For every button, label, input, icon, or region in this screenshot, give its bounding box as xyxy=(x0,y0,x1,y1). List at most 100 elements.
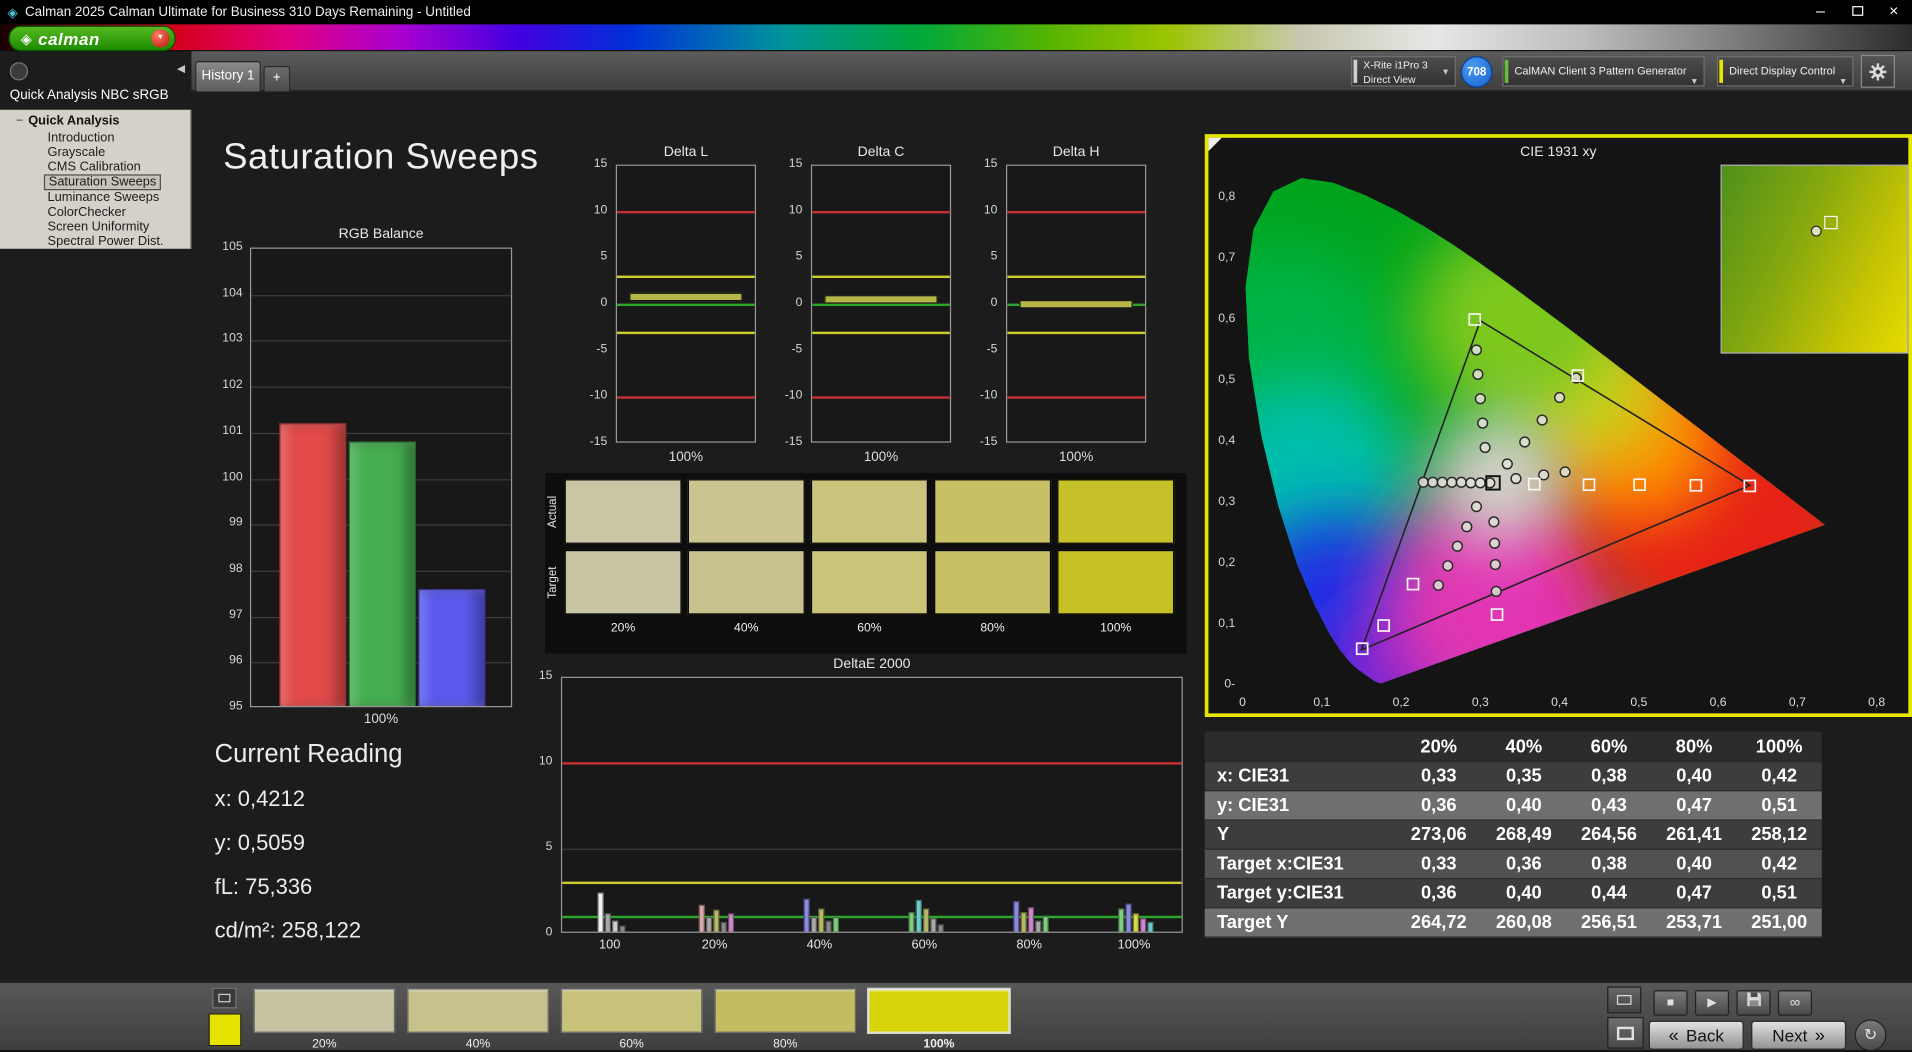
settings-gear-button[interactable] xyxy=(1860,54,1895,88)
deltae-bar xyxy=(907,911,914,932)
minimize-button[interactable]: – xyxy=(1802,0,1839,24)
chart-title: DeltaE 2000 xyxy=(833,657,911,672)
sidebar-item-grayscale[interactable]: Grayscale xyxy=(44,145,109,160)
deltae-bar xyxy=(915,899,922,932)
sidebar-item-spectral-power-dist-[interactable]: Spectral Power Dist. xyxy=(44,234,167,249)
deltae-bar xyxy=(705,916,712,932)
swatch-label: 40% xyxy=(465,1037,491,1052)
limit-line xyxy=(1007,210,1146,214)
pattern-swatch-100%[interactable]: 100% xyxy=(868,988,1010,1052)
sidebar-item-luminance-sweeps[interactable]: Luminance Sweeps xyxy=(44,190,163,205)
display-control-name: Direct Display Control xyxy=(1729,64,1836,77)
inset-target-marker xyxy=(1823,216,1838,230)
play-button[interactable]: ▶ xyxy=(1694,990,1730,1016)
saturation-patch-grid[interactable]: Actual Target 20% 40% 60% 80% 100% xyxy=(545,473,1187,654)
deltae-bar xyxy=(1034,920,1041,932)
next-label: Next xyxy=(1772,1025,1808,1046)
refresh-button[interactable]: ↻ xyxy=(1854,1019,1887,1052)
sidebar-collapse-icon[interactable]: ◄ xyxy=(174,62,187,77)
measured-point xyxy=(1465,477,1477,489)
back-button[interactable]: « Back xyxy=(1648,1020,1744,1050)
chart-title: CIE 1931 xy xyxy=(1520,145,1597,160)
deltae-bar xyxy=(1124,903,1131,932)
tree-root[interactable]: − Quick Analysis xyxy=(16,113,120,128)
delta-c-chart[interactable]: Delta C 15 10 5 0 -5 -10 -15 100% xyxy=(777,145,955,467)
tree-expander-icon[interactable]: − xyxy=(16,113,23,128)
deltae-2000-chart[interactable]: DeltaE 2000 15 10 5 0 100 20% 40% 60% 80% 100% xyxy=(527,657,1188,964)
calman-menu-button[interactable]: ◈ calman ▼ xyxy=(8,25,176,52)
swatch-color xyxy=(407,988,549,1033)
chart-title: Delta C xyxy=(857,145,905,160)
pattern-generator-dropdown[interactable]: CalMAN Client 3 Pattern Generator ▼ xyxy=(1502,56,1705,87)
y-tick-label: 101 xyxy=(222,424,243,438)
sidebar-item-cms-calibration[interactable]: CMS Calibration xyxy=(44,160,145,175)
sidebar-item-introduction[interactable]: Introduction xyxy=(44,130,118,145)
delta-l-chart[interactable]: Delta L 15 10 5 0 -5 -10 -15 100% xyxy=(582,145,760,467)
deltae-bar xyxy=(817,908,824,932)
patch-col-label: 80% xyxy=(980,621,1005,636)
meter-reading-badge[interactable]: 708 xyxy=(1460,56,1493,88)
workflow-options-button[interactable] xyxy=(9,62,29,81)
patch-target-20% xyxy=(564,549,682,615)
next-button[interactable]: Next » xyxy=(1751,1020,1847,1050)
add-tab-button[interactable]: + xyxy=(263,65,291,92)
maximize-button[interactable] xyxy=(1839,0,1876,24)
deltae-bar xyxy=(596,893,603,932)
y-tick-label: 104 xyxy=(222,286,243,300)
table-cell: 0,47 xyxy=(1676,795,1712,816)
pattern-swatch-40%[interactable]: 40% xyxy=(407,988,549,1052)
pattern-display-button[interactable] xyxy=(1607,986,1642,1014)
meter-dropdown[interactable]: X-Rite i1Pro 3 Direct View ▼ xyxy=(1351,56,1456,87)
table-cell: 251,00 xyxy=(1751,912,1808,933)
tab-history-1[interactable]: History 1 xyxy=(195,60,261,92)
close-button[interactable]: × xyxy=(1875,0,1912,24)
x-axis-label: 100% xyxy=(363,712,399,727)
y-tick-label: 0,6 xyxy=(1218,312,1236,326)
back-label: Back xyxy=(1685,1025,1724,1046)
measured-point xyxy=(1474,393,1486,405)
x-tick-label: 0,1 xyxy=(1313,696,1331,710)
limit-line xyxy=(812,396,950,399)
chart-title: Delta L xyxy=(663,145,709,160)
cie-1931-chart[interactable]: CIE 1931 xy 0,8 0,7 0,6 0,5 0,4 0,3 0,2 0,1 0- 0… xyxy=(1204,134,1912,718)
y-tick-label: 5 xyxy=(990,249,998,264)
stop-button[interactable]: ■ xyxy=(1653,990,1688,1016)
limit-line xyxy=(812,275,950,279)
patch-target-100% xyxy=(1057,549,1175,615)
delta-h-chart[interactable]: Delta H 15 10 5 0 -5 -10 -15 100% xyxy=(972,145,1150,467)
x-axis-label: 100% xyxy=(1058,449,1094,465)
table-cell: 0,33 xyxy=(1420,853,1457,875)
rgb-balance-chart[interactable]: RGB Balance 95 96 97 98 99 100 101 102 103 104 105… xyxy=(217,227,515,732)
y-tick-label: 15 xyxy=(593,157,608,171)
x-tick-label: 0,4 xyxy=(1551,696,1569,710)
table-cell: 0,40 xyxy=(1676,853,1712,875)
meter-strip xyxy=(1353,59,1358,83)
limit-line xyxy=(562,762,1182,765)
table-cell: 0,33 xyxy=(1420,765,1457,787)
pattern-swatch-80%[interactable]: 80% xyxy=(714,988,857,1052)
y-tick-label: -15 xyxy=(589,435,608,449)
table-row: y: CIE31 0,36 0,40 0,43 0,47 0,51 xyxy=(1204,791,1822,821)
sidebar-item-screen-uniformity[interactable]: Screen Uniformity xyxy=(44,219,153,234)
save-button[interactable] xyxy=(1736,990,1771,1016)
sidebar-item-colorchecker[interactable]: ColorChecker xyxy=(44,205,130,220)
table-cell: 0,40 xyxy=(1676,765,1712,787)
measured-point xyxy=(1501,458,1513,470)
y-tick-label: -15 xyxy=(784,435,803,449)
deltae-bar xyxy=(1146,922,1153,932)
display-control-dropdown[interactable]: Direct Display Control ▼ xyxy=(1716,56,1854,87)
patch-actual-40% xyxy=(687,479,805,544)
pattern-fullscreen-button[interactable] xyxy=(1607,1016,1644,1049)
sidebar-item-saturation-sweeps[interactable]: Saturation Sweeps xyxy=(43,174,162,191)
link-button[interactable]: ∞ xyxy=(1777,990,1813,1016)
pattern-swatch-60%[interactable]: 60% xyxy=(560,988,703,1052)
patch-actual-80% xyxy=(934,479,1052,544)
y-axis: 15 10 5 0 -5 -10 -15 xyxy=(972,157,1001,448)
measured-point xyxy=(1455,476,1467,488)
deltae-bar xyxy=(824,920,832,932)
limit-line xyxy=(1007,275,1146,279)
pattern-swatch-20%[interactable]: 20% xyxy=(253,988,396,1052)
y-tick-label: 95 xyxy=(229,699,243,714)
x-axis: 100 20% 40% 60% 80% 100% xyxy=(561,938,1183,955)
table-row-label: Target y:CIE31 xyxy=(1216,882,1344,904)
